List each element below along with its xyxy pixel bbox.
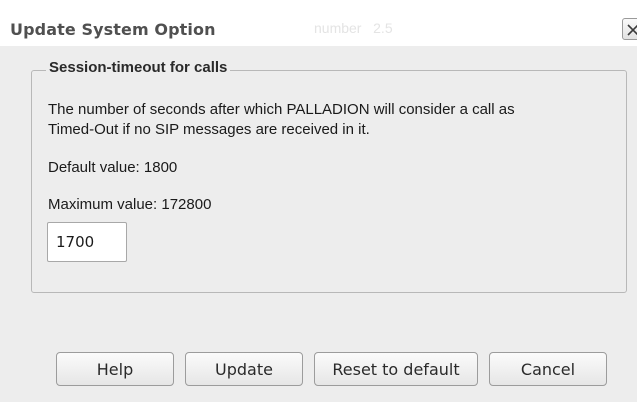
dialog-titlebar: Update System Option number 2.5: [0, 0, 637, 46]
background-ghost-text: number 2.5: [314, 20, 393, 36]
close-icon: [627, 24, 637, 36]
cancel-button[interactable]: Cancel: [489, 352, 607, 386]
default-value-label: Default value: 1800: [48, 159, 178, 176]
update-button[interactable]: Update: [185, 352, 303, 386]
close-button[interactable]: [622, 18, 637, 40]
dialog-title: Update System Option: [10, 20, 216, 39]
option-description-line1: The number of seconds after which PALLAD…: [48, 101, 515, 118]
option-group-title: Session-timeout for calls: [46, 59, 231, 76]
help-button[interactable]: Help: [56, 352, 174, 386]
option-description-line2: Timed-Out if no SIP messages are receive…: [48, 121, 370, 138]
maximum-value-label: Maximum value: 172800: [48, 196, 212, 213]
option-value-input[interactable]: [47, 222, 127, 262]
reset-to-default-button[interactable]: Reset to default: [314, 352, 478, 386]
update-system-option-dialog: Update System Option number 2.5 Session-…: [0, 0, 637, 402]
